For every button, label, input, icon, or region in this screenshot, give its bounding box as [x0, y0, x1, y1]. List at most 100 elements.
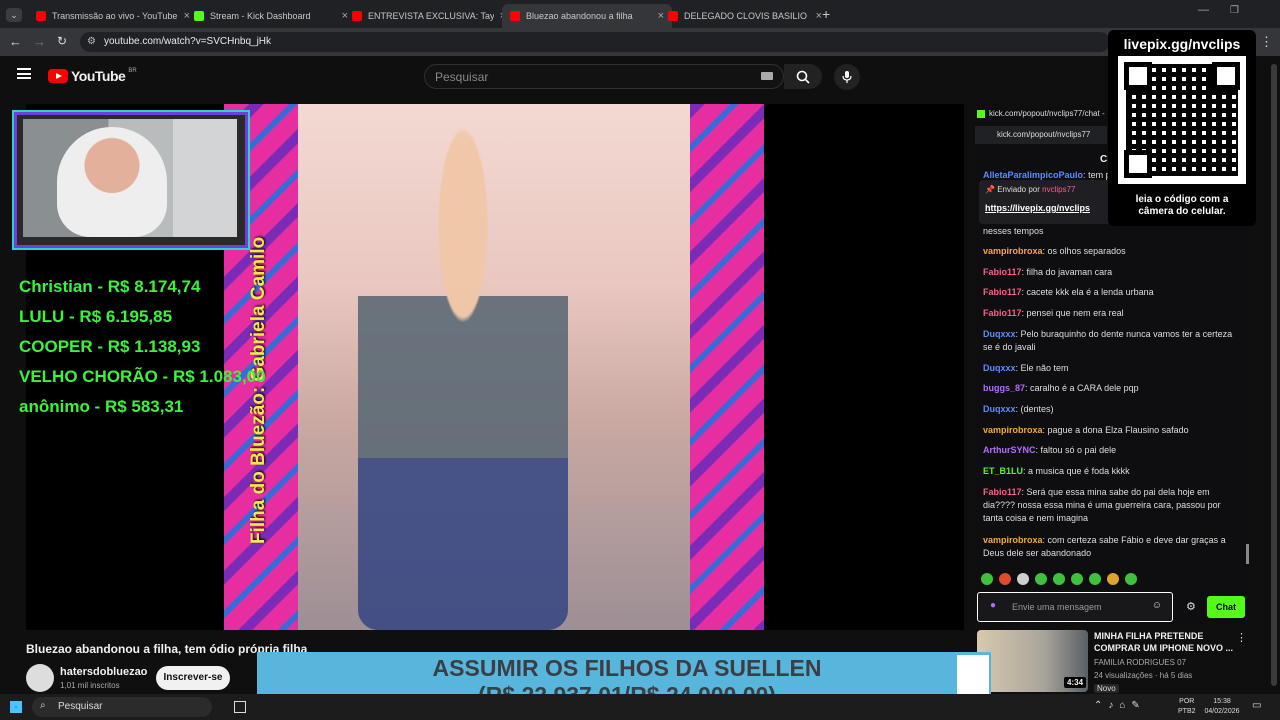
- hamburger-menu-icon[interactable]: [17, 68, 31, 79]
- notification-icon[interactable]: ▭: [1252, 700, 1261, 711]
- task-view-icon[interactable]: [234, 701, 246, 713]
- chat-text: Pelo buraquinho do dente nunca vamos ter…: [983, 329, 1233, 352]
- browser-tab[interactable]: Bluezao abandonou a filha ×: [502, 4, 672, 28]
- chat-username[interactable]: ET_B1LU: [983, 466, 1023, 476]
- chat-send-button[interactable]: Chat: [1207, 596, 1245, 618]
- chat-username[interactable]: Fabio117: [983, 287, 1022, 297]
- chat-username[interactable]: Fabio117: [983, 487, 1022, 497]
- forward-icon[interactable]: →: [33, 34, 46, 49]
- emoji-icon[interactable]: ☺: [1152, 600, 1162, 611]
- emote-bar[interactable]: [981, 573, 1137, 585]
- subscriber-count: 1,01 mil inscritos: [60, 681, 120, 690]
- window-minimize-icon[interactable]: —: [1198, 4, 1209, 16]
- voice-search-button[interactable]: [834, 64, 860, 90]
- chat-message: ET_B1LU: a musica que é foda kkkk: [983, 466, 1130, 476]
- chat-username[interactable]: vampirobroxa: [983, 425, 1043, 435]
- emote-icon[interactable]: [1053, 573, 1065, 585]
- emote-icon[interactable]: [1089, 573, 1101, 585]
- page-scrollbar[interactable]: [1271, 64, 1277, 686]
- chat-text: Ele não tem: [1020, 363, 1069, 373]
- chat-username[interactable]: Fabio117: [983, 308, 1022, 318]
- browser-tab[interactable]: Transmissão ao vivo - YouTube ×: [28, 4, 198, 28]
- tab-title: Transmissão ao vivo - YouTube: [52, 11, 178, 21]
- pinned-user: nvclips77: [1042, 185, 1076, 194]
- subscribe-button[interactable]: Inscrever-se: [156, 666, 230, 690]
- microphone-icon: [842, 71, 852, 83]
- youtube-logo-text: YouTube: [71, 68, 126, 84]
- emote-icon[interactable]: [1035, 573, 1047, 585]
- country-code: BR: [128, 68, 137, 74]
- taskbar-search-box[interactable]: Pesquisar: [32, 697, 212, 717]
- tab-list-button[interactable]: ⌄: [6, 8, 22, 22]
- chat-settings-icon[interactable]: ⚙: [1186, 600, 1196, 613]
- tab-title: DELEGADO CLOVIS BASILIO - Y: [684, 11, 810, 21]
- pinned-label: Enviado por: [997, 185, 1040, 194]
- search-icon: [796, 70, 810, 84]
- chat-username[interactable]: Duqxxx: [983, 404, 1016, 414]
- continued-message-text: nesses tempos: [983, 226, 1044, 236]
- chat-input-placeholder: Envie uma mensagem: [1012, 602, 1102, 612]
- menu-icon[interactable]: ⋮: [1260, 34, 1273, 50]
- lang-line-1: POR: [1179, 698, 1195, 705]
- popout-url-bar[interactable]: kick.com/popout/nvclips77: [975, 126, 1107, 144]
- browser-tab[interactable]: Stream - Kick Dashboard ×: [186, 4, 356, 28]
- address-bar[interactable]: youtube.com/watch?v=SVCHnbq_jHk: [80, 32, 1110, 52]
- back-icon[interactable]: ←: [9, 34, 22, 49]
- pinned-link[interactable]: https://livepix.gg/nvclips: [985, 203, 1090, 213]
- chat-text: cacete kkk ela é a lenda urbana: [1026, 287, 1154, 297]
- chat-username[interactable]: Duqxxx: [983, 363, 1016, 373]
- language-indicator[interactable]: POR PTB2: [1178, 697, 1196, 717]
- site-info-icon[interactable]: ⚙: [87, 36, 96, 47]
- youtube-logo[interactable]: YouTube BR: [48, 68, 137, 84]
- emote-icon[interactable]: [1107, 573, 1119, 585]
- chat-message: Duqxxx: Pelo buraquinho do dente nunca v…: [983, 329, 1233, 352]
- emote-icon[interactable]: [1017, 573, 1029, 585]
- top-partial-message: AlletaParalimpicoPaulo: tem p: [983, 170, 1111, 180]
- reload-icon[interactable]: ↻: [57, 34, 67, 48]
- donation-entry: Christian - R$ 8.174,74: [19, 277, 201, 296]
- chat-username[interactable]: vampirobroxa: [983, 246, 1043, 256]
- tray-icons[interactable]: ⌃♪⌂✎: [1094, 700, 1146, 711]
- tab-favicon-icon: [668, 11, 678, 21]
- search-placeholder: Pesquisar: [435, 70, 489, 84]
- recommended-duration: 4:34: [1064, 677, 1087, 688]
- chat-scrollbar[interactable]: [1246, 544, 1249, 564]
- chat-text: a musica que é foda kkkk: [1028, 466, 1130, 476]
- chat-username[interactable]: buggs_87: [983, 383, 1025, 393]
- microphone-icon[interactable]: ●: [990, 600, 996, 611]
- browser-tab[interactable]: ENTREVISTA EXCLUSIVA: Tayna×: [344, 4, 514, 28]
- clock[interactable]: 15:38 04/02/2026: [1200, 697, 1244, 717]
- tab-favicon-icon: [510, 11, 520, 21]
- windows-start-icon[interactable]: [10, 701, 22, 713]
- tab-favicon-icon: [352, 11, 362, 21]
- chat-text: caralho é a CARA dele pqp: [1030, 383, 1139, 393]
- pinned-message[interactable]: 📌 Enviado por nvclips77 https://livepix.…: [979, 180, 1111, 224]
- chat-message: Duqxxx: Ele não tem: [983, 363, 1069, 373]
- emote-icon[interactable]: [1071, 573, 1083, 585]
- goal-line-1: ASSUMIR OS FILHOS DA SUELLEN: [432, 655, 822, 681]
- new-tab-button[interactable]: +: [822, 6, 830, 22]
- emote-icon[interactable]: [981, 573, 993, 585]
- chat-username[interactable]: vampirobroxa: [983, 535, 1043, 545]
- emote-icon[interactable]: [999, 573, 1011, 585]
- chat-username[interactable]: Duqxxx: [983, 329, 1016, 339]
- livepix-qr-overlay: livepix.gg/nvclips leia o código com a c…: [1108, 30, 1256, 226]
- search-input[interactable]: Pesquisar: [424, 64, 784, 89]
- chat-username[interactable]: Fabio117: [983, 267, 1022, 277]
- emote-icon[interactable]: [1125, 573, 1137, 585]
- chat-message-input[interactable]: ● Envie uma mensagem ☺: [977, 592, 1173, 622]
- chat-message: buggs_87: caralho é a CARA dele pqp: [983, 383, 1139, 393]
- recommended-title[interactable]: MINHA FILHA PRETENDE COMPRAR UM IPHONE N…: [1094, 630, 1234, 654]
- recommended-channel[interactable]: FAMILIA RODRIGUES 07: [1094, 658, 1186, 667]
- recommended-more-icon[interactable]: ⋮: [1236, 631, 1247, 644]
- browser-tab[interactable]: DELEGADO CLOVIS BASILIO - Y ×: [660, 4, 830, 28]
- chat-message: vampirobroxa: os olhos separados: [983, 246, 1126, 256]
- search-button[interactable]: [784, 64, 822, 89]
- youtube-play-icon: [48, 69, 68, 83]
- channel-name[interactable]: hatersdobluezao: [60, 666, 147, 678]
- channel-avatar[interactable]: [26, 664, 54, 692]
- window-restore-icon[interactable]: ❐: [1230, 5, 1239, 16]
- keyboard-icon[interactable]: [761, 72, 773, 80]
- chat-username[interactable]: ArthurSYNC: [983, 445, 1036, 455]
- chat-message: ArthurSYNC: faltou só o pai dele: [983, 445, 1117, 455]
